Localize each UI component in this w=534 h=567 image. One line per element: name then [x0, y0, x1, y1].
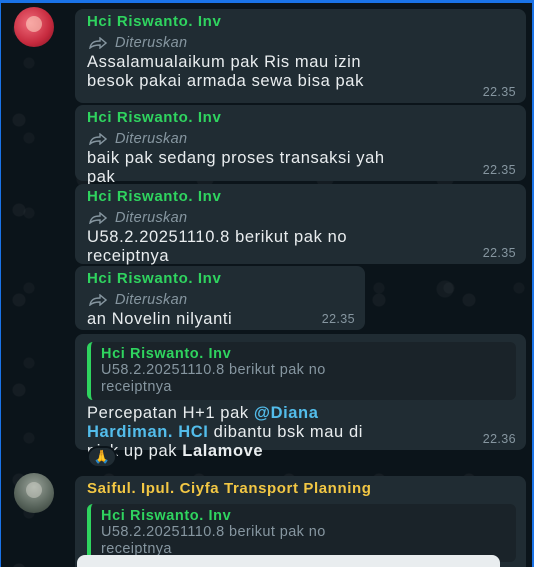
sender-name[interactable]: Hci Riswanto. Inv — [87, 13, 516, 33]
message-text: Percepatan H+1 pak @Diana Hardiman. HCI … — [87, 404, 363, 460]
message-bubble[interactable]: Hci Riswanto. Inv Diteruskan an Novelin … — [75, 266, 365, 330]
quoted-text: U58.2.20251110.8 berikut pak no receiptn… — [101, 362, 326, 395]
quoted-sender: Hci Riswanto. Inv — [101, 508, 232, 524]
message-time: 22.35 — [482, 246, 516, 260]
message-text: baik pak sedang proses transaksi yah pak — [87, 149, 385, 186]
sender-name[interactable]: Hci Riswanto. Inv — [87, 109, 516, 129]
pray-emoji-reaction[interactable]: 🙏 — [87, 446, 117, 468]
message-time: 22.35 — [482, 163, 516, 177]
avatar-hci-riswanto[interactable] — [14, 7, 54, 47]
message-time: 22.36 — [482, 432, 516, 446]
forward-icon — [89, 133, 107, 145]
message-bubble[interactable]: Saiful. Ipul. Ciyfa Transport Planning H… — [75, 476, 526, 567]
message-text: an Novelin nilyanti — [87, 310, 233, 328]
reply-message-bubble[interactable]: Hci Riswanto. Inv U58.2.20251110.8 berik… — [75, 334, 526, 460]
forward-icon — [89, 37, 107, 49]
quoted-message[interactable]: Hci Riswanto. Inv U58.2.20251110.8 berik… — [87, 342, 516, 400]
forwarded-label: Diteruskan — [87, 208, 516, 228]
sender-name[interactable]: Saiful. Ipul. Ciyfa Transport Planning — [87, 480, 516, 500]
message-bubble[interactable]: Hci Riswanto. Inv Diteruskan Assalamuala… — [75, 9, 526, 103]
quoted-message[interactable]: Hci Riswanto. Inv U58.2.20251110.8 berik… — [87, 504, 516, 562]
media-preview[interactable] — [77, 555, 500, 567]
forwarded-label: Diteruskan — [87, 290, 355, 310]
quoted-sender: Hci Riswanto. Inv — [101, 346, 232, 362]
message-bubble[interactable]: Hci Riswanto. Inv Diteruskan baik pak se… — [75, 105, 526, 186]
sender-name[interactable]: Hci Riswanto. Inv — [87, 270, 355, 290]
forward-icon — [89, 294, 107, 306]
forwarded-label: Diteruskan — [87, 129, 516, 149]
forward-icon — [89, 212, 107, 224]
message-bubble[interactable]: Hci Riswanto. Inv Diteruskan U58.2.20251… — [75, 184, 526, 265]
avatar-saiful[interactable] — [14, 473, 54, 513]
message-text: Assalamualaikum pak Ris mau izin besok p… — [87, 53, 364, 90]
message-time: 22.35 — [321, 312, 355, 326]
forwarded-label: Diteruskan — [87, 33, 516, 53]
sender-name[interactable]: Hci Riswanto. Inv — [87, 188, 516, 208]
message-text: U58.2.20251110.8 berikut pak no receiptn… — [87, 228, 348, 265]
quoted-text: U58.2.20251110.8 berikut pak no receiptn… — [101, 524, 326, 557]
message-time: 22.35 — [482, 85, 516, 99]
